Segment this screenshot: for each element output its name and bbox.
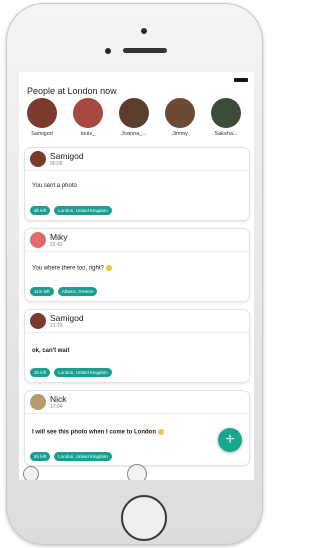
earpiece-speaker <box>123 48 167 53</box>
avatar <box>27 98 57 128</box>
post-card[interactable]: Nick 17:04 I will see this photo when I … <box>25 391 249 465</box>
post-author: Samigod <box>50 313 84 323</box>
post-message-row: You where there too, right? <box>32 265 112 272</box>
avatar <box>30 151 46 167</box>
person-avatar[interactable]: Samigod <box>21 98 63 137</box>
location-badge: London, United Kingdom <box>54 368 112 377</box>
app-screen: People at London now Samigod louis_ Joan… <box>19 72 254 480</box>
post-message-row: I will see this photo when I come to Lon… <box>32 429 165 436</box>
location-badge: London, United Kingdom <box>54 206 112 215</box>
avatar <box>73 98 103 128</box>
post-card[interactable]: Samigod 00:09 You sent a photo 9h left L… <box>25 148 249 220</box>
person-avatar[interactable]: Joanna_... <box>113 98 155 137</box>
post-tags: 11m left Athens, Greece <box>30 287 97 296</box>
post-card[interactable]: Miky 23:42 You where there too, right? 1… <box>25 229 249 301</box>
post-tags: 9h left London, United Kingdom <box>30 206 112 215</box>
smile-emoji-icon <box>105 265 112 271</box>
post-message: You where there too, right? <box>32 265 104 272</box>
avatar <box>30 232 46 248</box>
avatar <box>165 98 195 128</box>
time-left-badge: 3h left <box>30 368 51 377</box>
person-name: Saksha... <box>214 131 238 137</box>
time-left-badge: 5h left <box>30 452 51 461</box>
avatar <box>30 394 46 410</box>
home-button[interactable] <box>121 495 167 541</box>
post-card[interactable]: Samigod 21:29 ok, can't wait 3h left Lon… <box>25 310 249 382</box>
person-avatar[interactable]: louis_ <box>67 98 109 137</box>
people-strip: Samigod louis_ Joanna_... Jimmy Saksha..… <box>21 98 252 142</box>
post-time: 17:04 <box>50 404 63 410</box>
post-header: Nick 17:04 <box>25 391 249 414</box>
page-title: People at London now <box>27 86 117 96</box>
post-tags: 3h left London, United Kingdom <box>30 368 112 377</box>
battery-icon <box>234 78 248 82</box>
post-header: Samigod 21:29 <box>25 310 249 333</box>
tab-camera-icon[interactable] <box>127 464 147 480</box>
avatar <box>30 313 46 329</box>
front-camera <box>141 28 147 34</box>
person-name: louis_ <box>80 131 96 137</box>
person-avatar[interactable]: Saksha... <box>205 98 247 137</box>
location-badge: Athens, Greece <box>57 287 97 296</box>
avatar <box>211 98 241 128</box>
tab-home-icon[interactable] <box>23 466 39 480</box>
person-name: Jimmy <box>172 131 188 137</box>
proximity-sensor <box>105 48 111 54</box>
post-author: Miky <box>50 232 68 242</box>
post-header: Samigod 00:09 <box>25 148 249 171</box>
location-badge: London, United Kingdom <box>54 452 112 461</box>
post-header: Miky 23:42 <box>25 229 249 252</box>
post-tags: 5h left London, United Kingdom <box>30 452 112 461</box>
time-left-badge: 11m left <box>30 287 54 296</box>
person-name: Joanna_... <box>121 131 147 137</box>
time-left-badge: 9h left <box>30 206 51 215</box>
post-time: 21:29 <box>50 323 63 329</box>
post-time: 00:09 <box>50 161 63 167</box>
post-message: You sent a photo <box>32 183 77 189</box>
person-name: Samigod <box>31 131 53 137</box>
smile-emoji-icon <box>158 429 165 435</box>
person-avatar[interactable]: Jimmy <box>159 98 201 137</box>
add-post-button[interactable]: + <box>218 428 242 452</box>
post-time: 23:42 <box>50 242 63 248</box>
post-author: Samigod <box>50 151 84 161</box>
avatar <box>119 98 149 128</box>
post-message: ok, can't wait <box>32 348 70 354</box>
post-author: Nick <box>50 394 67 404</box>
post-message: I will see this photo when I come to Lon… <box>32 429 157 436</box>
